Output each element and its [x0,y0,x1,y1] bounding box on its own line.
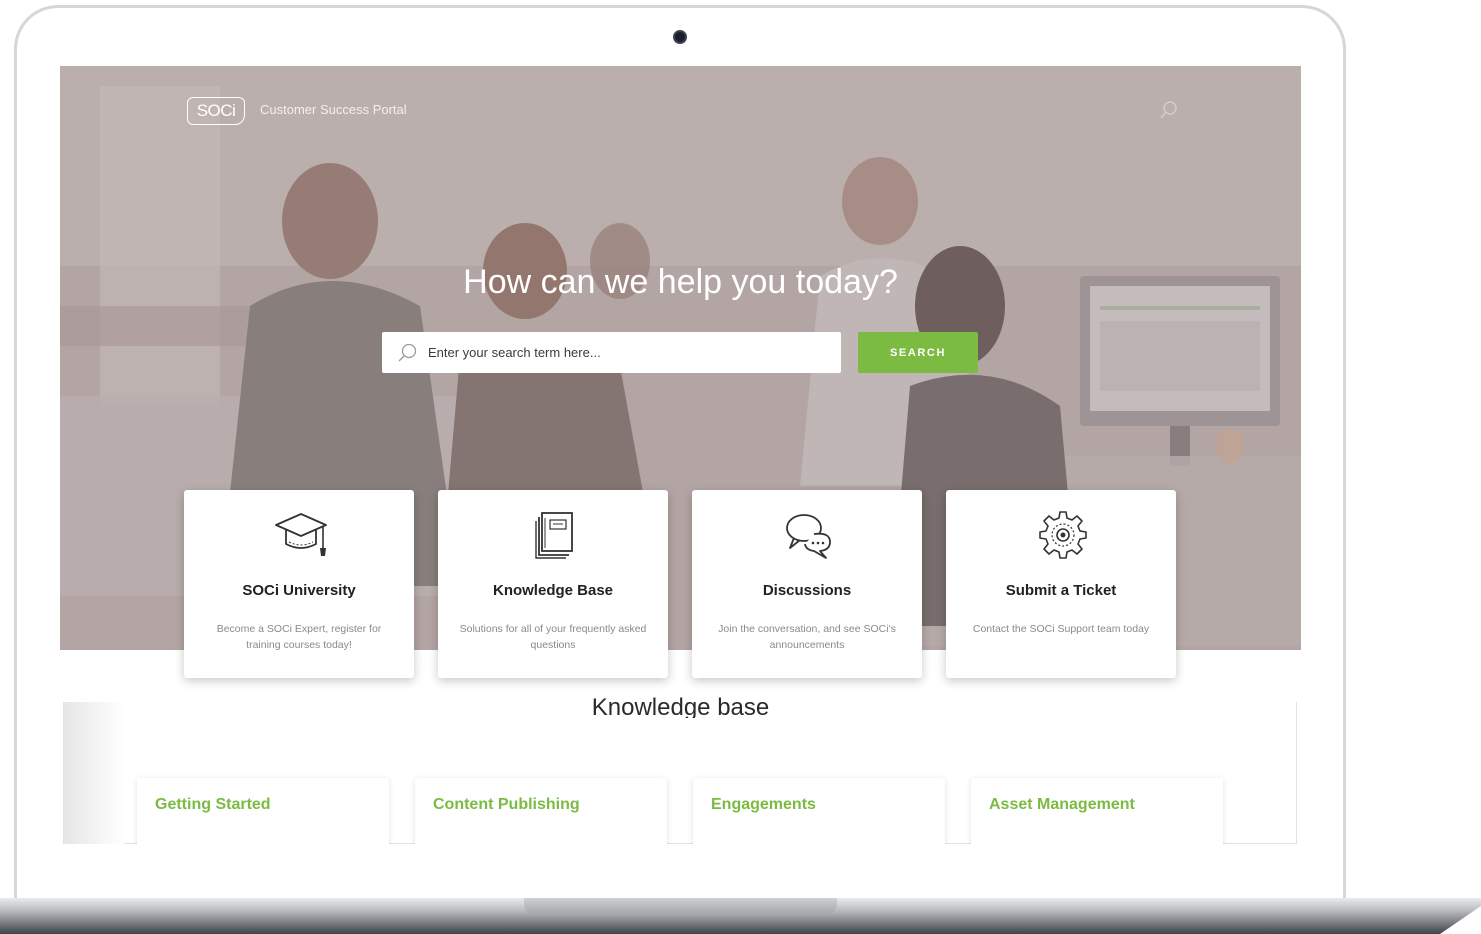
kb-category-getting-started[interactable]: Getting Started [137,778,389,844]
search-box[interactable] [382,332,841,373]
kb-category-title: Content Publishing [433,796,580,813]
website-screen: SOCi Customer Success Portal How can we … [60,66,1301,844]
panel-edge-shadow [64,702,124,844]
feature-description: Become a SOCi Expert, register for train… [216,623,382,651]
search-icon[interactable] [1159,100,1179,120]
webcam [673,30,687,44]
kb-category-title: Engagements [711,796,816,813]
knowledge-base-heading: Knowledge base [60,688,1301,718]
search-input[interactable] [428,332,833,373]
gear-icon [1039,511,1087,559]
search-button[interactable]: SEARCH [858,332,978,373]
feature-card-knowledge-base[interactable]: Knowledge Base Solutions for all of your… [438,490,668,678]
feature-title: Discussions [762,582,852,599]
feature-card-submit-ticket[interactable]: Submit a Ticket Contact the SOCi Support… [946,490,1176,678]
chat-bubbles-icon [786,514,831,559]
feature-description: Contact the SOCi Support team today [972,623,1150,635]
kb-category-content-publishing[interactable]: Content Publishing [415,778,667,844]
kb-category-engagements[interactable]: Engagements [693,778,945,844]
graduation-cap-icon [275,513,327,556]
soci-logo[interactable]: SOCi [187,97,245,125]
kb-category-title: Asset Management [989,796,1135,813]
kb-category-title: Getting Started [155,796,271,813]
feature-title: Knowledge Base [492,582,614,599]
feature-card-soci-university[interactable]: SOCi University Become a SOCi Expert, re… [184,490,414,678]
feature-card-discussions[interactable]: Discussions Join the conversation, and s… [692,490,922,678]
search-icon [398,343,417,362]
laptop-hinge-notch [524,898,837,914]
feature-description: Join the conversation, and see SOCi's an… [718,623,896,651]
feature-title: SOCi University [242,582,356,599]
knowledge-base-heading-text: Knowledge base [591,694,770,718]
kb-category-asset-management[interactable]: Asset Management [971,778,1223,844]
feature-description: Solutions for all of your frequently ask… [459,623,647,651]
book-icon [535,512,573,559]
portal-title: Customer Success Portal [260,102,407,117]
hero-heading: How can we help you today? [463,263,898,301]
feature-title: Submit a Ticket [1005,582,1117,599]
